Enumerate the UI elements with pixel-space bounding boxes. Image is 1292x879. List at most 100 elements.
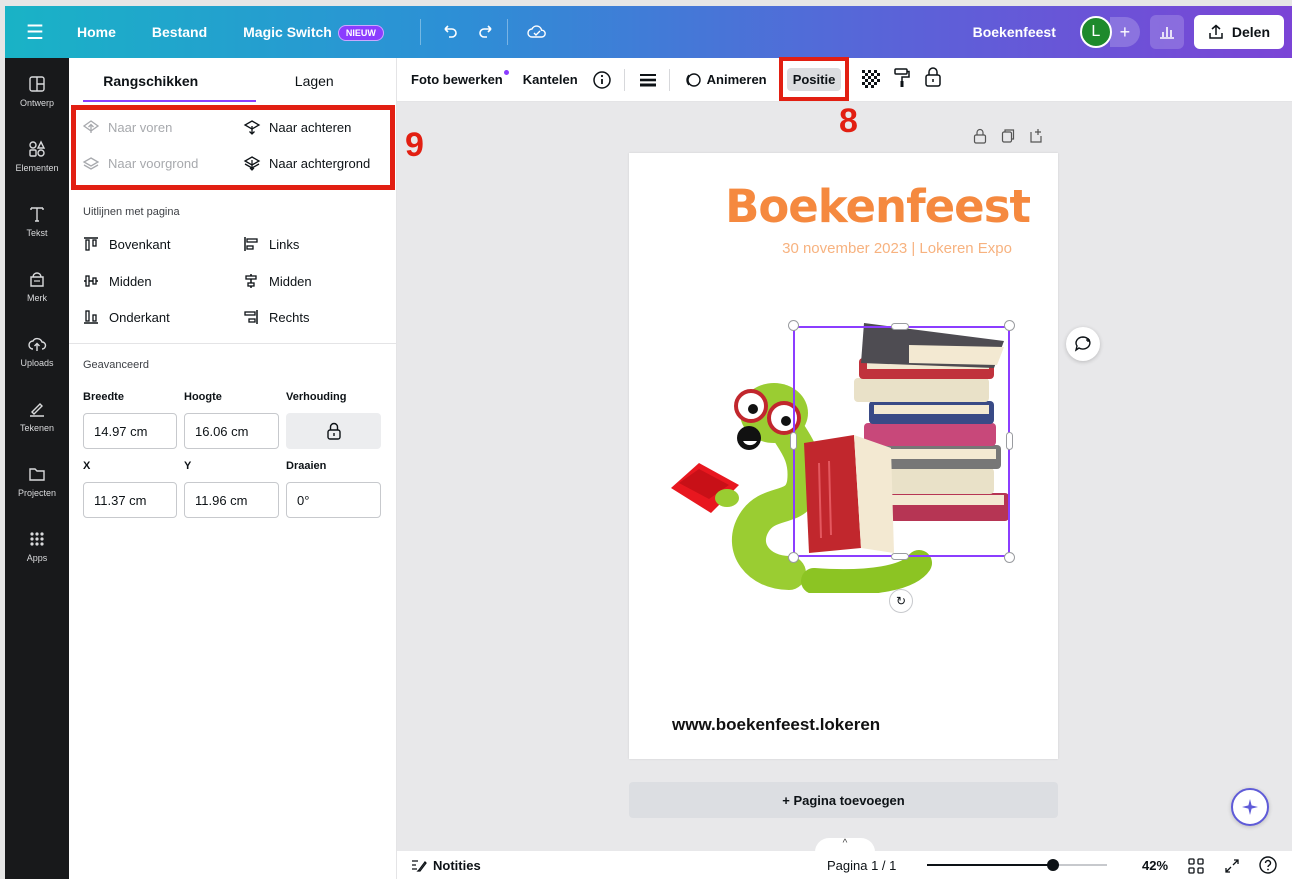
show-pages-toggle[interactable]: ^ (815, 838, 875, 852)
help-icon[interactable] (1259, 856, 1277, 877)
page-actions (973, 128, 1043, 147)
paint-roller-icon[interactable] (893, 68, 911, 93)
zoom-level[interactable]: 42% (1142, 858, 1168, 873)
position-button[interactable]: Positie (786, 67, 842, 91)
flip-button[interactable]: Kantelen (523, 72, 578, 87)
lock-icon (326, 422, 341, 440)
align-bottom-button[interactable]: Onderkant (83, 309, 170, 325)
align-left-button[interactable]: Links (243, 236, 299, 252)
apps-grid-icon (27, 529, 47, 549)
rail-label: Tekenen (19, 422, 55, 433)
animate-button[interactable]: Animeren (684, 71, 767, 89)
send-to-back-button[interactable]: Naar achtergrond (243, 155, 370, 171)
rail-item-tekenen[interactable]: Tekenen (5, 383, 69, 448)
rail-item-elementen[interactable]: Elementen (5, 123, 69, 188)
height-field[interactable]: 16.06 cm (184, 413, 279, 449)
grid-view-icon[interactable] (1188, 858, 1204, 877)
fullscreen-icon[interactable] (1224, 858, 1240, 877)
aspect-lock-button[interactable] (286, 413, 381, 449)
align-left-icon (244, 237, 258, 251)
align-top-icon (84, 237, 98, 251)
upload-share-icon (1209, 24, 1223, 39)
file-menu[interactable]: Bestand (152, 24, 207, 40)
width-field[interactable]: 14.97 cm (83, 413, 177, 449)
align-top-button[interactable]: Bovenkant (83, 236, 170, 252)
send-backward-button[interactable]: Naar achteren (243, 119, 351, 135)
brand-icon (27, 269, 47, 289)
bring-forward-button[interactable]: Naar voren (82, 119, 172, 135)
rail-label: Merk (27, 292, 47, 303)
crop-handle-left[interactable] (790, 432, 797, 450)
magic-switch-button[interactable]: Magic Switch NIEUW (243, 24, 384, 42)
y-field[interactable]: 11.96 cm (184, 482, 279, 518)
app-frame: ☰ Home Bestand Magic Switch NIEUW Boekenf… (0, 0, 1292, 879)
insights-chart-icon[interactable] (1149, 15, 1184, 49)
rail-item-uploads[interactable]: Uploads (5, 318, 69, 383)
add-page-button[interactable]: + Pagina toevoegen (629, 782, 1058, 818)
add-comment-button[interactable] (1066, 327, 1100, 361)
avatar[interactable]: L (1079, 16, 1112, 48)
resize-handle-bottom-right[interactable] (1004, 552, 1015, 563)
rail-label: Projecten (17, 487, 57, 498)
tab-rangschikken[interactable]: Rangschikken (69, 58, 233, 104)
rail-item-merk[interactable]: Merk (5, 253, 69, 318)
invite-plus-icon[interactable]: + (1109, 17, 1140, 47)
ratio-label: Verhouding (286, 391, 347, 403)
page-indicator[interactable]: Pagina 1 / 1 (827, 858, 896, 873)
rail-item-tekst[interactable]: Tekst (5, 188, 69, 253)
add-page-icon[interactable] (1029, 128, 1043, 147)
align-right-button[interactable]: Rechts (243, 309, 309, 325)
bring-to-front-label: Naar voorgrond (108, 155, 199, 171)
zoom-slider-thumb[interactable] (1047, 859, 1059, 871)
cloud-saved-icon[interactable] (522, 17, 552, 47)
lock-element-icon[interactable] (924, 67, 942, 92)
align-center-horizontal-button[interactable]: Midden (243, 273, 312, 289)
shapes-icon (27, 139, 47, 159)
tab-lagen[interactable]: Lagen (233, 58, 397, 104)
resize-handle-bottom-left[interactable] (788, 552, 799, 563)
rail-item-ontwerp[interactable]: Ontwerp (5, 58, 69, 123)
notes-label: Notities (433, 857, 481, 873)
share-button[interactable]: Delen (1193, 15, 1284, 49)
crop-handle-right[interactable] (1006, 432, 1013, 450)
edit-photo-button[interactable]: Foto bewerken (411, 70, 509, 87)
width-label: Breedte (83, 391, 124, 403)
align-center-horizontal-label: Midden (269, 273, 312, 289)
border-style-icon[interactable] (639, 72, 657, 88)
undo-icon[interactable] (435, 17, 465, 47)
send-backward-label: Naar achteren (269, 119, 352, 135)
crop-handle-bottom[interactable] (891, 553, 909, 560)
rail-item-apps[interactable]: Apps (5, 513, 69, 578)
crop-handle-top[interactable] (891, 323, 909, 330)
info-icon[interactable] (592, 70, 612, 90)
align-top-label: Bovenkant (109, 236, 171, 252)
lock-page-icon[interactable] (973, 128, 987, 147)
x-label: X (83, 460, 91, 472)
send-to-back-icon (243, 156, 261, 171)
rail-item-projecten[interactable]: Projecten (5, 448, 69, 513)
rotate-field[interactable]: 0° (286, 482, 381, 518)
notes-button[interactable]: Notities (411, 858, 481, 873)
magic-assistant-button[interactable] (1231, 788, 1269, 826)
document-title[interactable]: Boekenfeest (973, 24, 1056, 40)
selection-box[interactable] (793, 326, 1010, 557)
hamburger-menu-icon[interactable]: ☰ (5, 20, 65, 45)
top-bar: ☰ Home Bestand Magic Switch NIEUW Boekenf… (5, 6, 1292, 58)
design-title[interactable]: Boekenfeest (629, 180, 1058, 233)
design-url[interactable]: www.boekenfeest.lokeren (672, 715, 880, 735)
resize-handle-top-left[interactable] (788, 320, 799, 331)
annotation-number-8: 8 (839, 102, 858, 140)
transparency-icon[interactable] (862, 70, 880, 93)
rail-label: Tekst (26, 227, 48, 238)
rotate-handle-icon[interactable]: ↻ (889, 589, 913, 613)
x-field[interactable]: 11.37 cm (83, 482, 177, 518)
zoom-slider-track[interactable] (927, 859, 1107, 871)
resize-handle-top-right[interactable] (1004, 320, 1015, 331)
duplicate-page-icon[interactable] (1001, 128, 1015, 147)
align-middle-vertical-button[interactable]: Midden (83, 273, 152, 289)
redo-icon[interactable] (471, 17, 501, 47)
bring-to-front-button[interactable]: Naar voorgrond (82, 155, 198, 171)
design-subtitle[interactable]: 30 november 2023 | Lokeren Expo (782, 240, 1012, 257)
home-link[interactable]: Home (77, 24, 116, 40)
new-feature-dot (503, 70, 509, 75)
